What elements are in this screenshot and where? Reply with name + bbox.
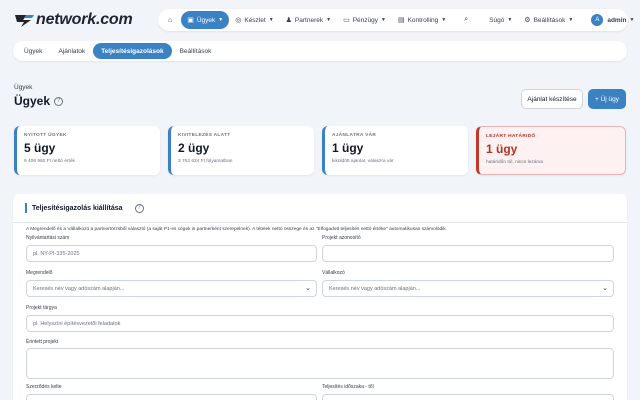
help-icon[interactable]: ? — [54, 96, 64, 106]
new-case-button[interactable]: + Új ügy — [588, 89, 626, 109]
stat-card-label: KIVITELEZÉS ALATT — [178, 133, 231, 138]
nav-item-label: Ügyek — [196, 16, 216, 24]
breadcrumb[interactable]: Ügyek — [14, 84, 32, 91]
contractor-placeholder: Keresés név vagy adószám alapján... — [329, 285, 421, 292]
page-title-text: Ügyek — [14, 94, 51, 108]
user-menu[interactable]: A admin ▼ — [585, 11, 640, 29]
stat-card-awaiting-quote[interactable]: AJÁNLATRA VÁR 1 ügy kiküldött ajánlat, v… — [322, 126, 468, 175]
page-title: Ügyek ? — [14, 94, 64, 108]
briefcase-icon: ▣ — [187, 17, 194, 24]
stat-card-value: 1 ügy — [332, 141, 364, 155]
chevron-down-icon: ▼ — [629, 17, 635, 23]
nav-home[interactable]: ⌂ — [162, 11, 181, 29]
avatar: A — [591, 14, 604, 26]
stat-card-sub: kiküldött ajánlat, válaszra vár — [332, 159, 394, 164]
form-header: Teljesítésigazolás kiállítása ? — [25, 203, 144, 213]
nav-help[interactable]: Súgó ▼ — [483, 11, 518, 29]
record-no-label: Nyilvántartási szám — [26, 235, 70, 241]
nav-item-label: Készlet — [244, 16, 266, 24]
home-icon: ⌂ — [168, 16, 173, 24]
form-info-text: A Megrendelő és a Vállalkozó a partnertö… — [26, 227, 447, 232]
chevron-down-icon: ▼ — [507, 17, 513, 23]
stat-card-sub: határidőn túl, nincs lezárva — [486, 160, 544, 165]
stat-card-label: AJÁNLATRA VÁR — [332, 133, 377, 138]
search-icon: ⌕ — [464, 16, 469, 23]
nav-item-partners[interactable]: ♟ Partnerek ▼ — [280, 11, 337, 29]
stat-card-overdue[interactable]: LEJÁRT HATÁRIDŐ 1 ügy határidőn túl, nin… — [476, 126, 626, 175]
accent-bar — [25, 203, 27, 213]
box-icon: ◎ — [235, 17, 242, 24]
nav-search[interactable]: ⌕ — [458, 11, 477, 29]
tab-completion-certificates[interactable]: Teljesítésigazolások — [93, 43, 172, 59]
stat-card-in-progress[interactable]: KIVITELEZÉS ALATT 2 ügy 3 762 624 Ft fol… — [168, 126, 314, 175]
customer-label: Megrendelő — [26, 270, 53, 276]
stat-card-value: 5 ügy — [24, 141, 56, 155]
chevron-down-icon: ▼ — [268, 17, 274, 23]
nav-item-controlling[interactable]: ▤ Kontrolling ▼ — [392, 11, 452, 29]
record-no-input[interactable]: pl. NY-PI-335-2025 — [26, 245, 317, 262]
tab-cases[interactable]: Ügyek — [16, 43, 50, 59]
subject-input[interactable]: pl. Helyszíni építésvezetői feladatok — [26, 315, 614, 332]
form-title: Teljesítésigazolás kiállítása — [32, 204, 123, 212]
affected-project-textarea[interactable] — [26, 348, 614, 379]
nav-item-stock[interactable]: ◎ Készlet ▼ — [229, 11, 279, 29]
chevron-down-icon: ▼ — [218, 17, 224, 23]
chevron-down-icon: ▼ — [441, 17, 447, 23]
contract-date-label: Szerződés kelte — [26, 384, 62, 390]
chevron-down-icon: ⌄ — [305, 285, 311, 292]
nav-item-label: Pénzügy — [352, 16, 378, 24]
project-id-label: Projekt azonosító — [322, 235, 361, 241]
user-name: admin — [607, 16, 627, 24]
customer-placeholder: Keresés név vagy adószám alapján... — [33, 285, 125, 292]
logo[interactable]: network.com — [13, 11, 133, 29]
customer-select[interactable]: Keresés név vagy adószám alapján... ⌄ — [26, 280, 317, 297]
wallet-icon: ▭ — [343, 17, 350, 24]
main-nav: ⌂ ▣ Ügyek ▼ ◎ Készlet ▼ ♟ Partnerek ▼ ▭ … — [158, 9, 634, 31]
chevron-down-icon: ⌄ — [602, 285, 608, 292]
stat-card-sub: 9 406 960 Ft nettó érték — [24, 159, 75, 164]
stat-card-open[interactable]: NYITOTT ÜGYEK 5 ügy 9 406 960 Ft nettó é… — [14, 126, 160, 175]
chart-icon: ▤ — [397, 17, 405, 24]
stat-card-sub: 3 762 624 Ft folyamatban — [178, 159, 233, 164]
contractor-select[interactable]: Keresés név vagy adószám alapján... ⌄ — [322, 280, 614, 297]
stat-card-label: NYITOTT ÜGYEK — [24, 133, 67, 138]
chevron-down-icon: ▼ — [568, 17, 574, 23]
certificate-form-panel: Teljesítésigazolás kiállítása ? A Megren… — [13, 194, 627, 400]
contractor-label: Vállalkozó — [322, 270, 345, 276]
period-from-input[interactable] — [322, 394, 614, 400]
tab-quotes[interactable]: Ajánlatok — [50, 43, 93, 59]
logo-mark-icon — [15, 15, 34, 27]
users-icon: ♟ — [285, 17, 292, 24]
create-quote-button[interactable]: Ajánlat készítése — [521, 89, 583, 109]
sub-tabs: Ügyek Ajánlatok Teljesítésigazolások Beá… — [13, 41, 627, 61]
nav-settings[interactable]: ⚙ Beállítások ▼ — [518, 11, 579, 29]
nav-help-label: Súgó — [489, 16, 505, 24]
logo-text: network.com — [36, 11, 133, 28]
nav-item-finance[interactable]: ▭ Pénzügy ▼ — [337, 11, 392, 29]
chevron-down-icon: ▼ — [326, 17, 332, 23]
gear-icon: ⚙ — [524, 17, 531, 24]
chevron-down-icon: ▼ — [380, 17, 386, 23]
affected-project-label: Érintett projekt — [26, 339, 59, 345]
help-icon[interactable]: ? — [134, 203, 144, 213]
nav-item-cases[interactable]: ▣ Ügyek ▼ — [181, 11, 230, 29]
stat-card-value: 2 ügy — [178, 141, 210, 155]
period-from-label: Teljesítés időszaka - től — [322, 384, 374, 390]
top-bar: network.com ⌂ ▣ Ügyek ▼ ◎ Készlet ▼ ♟ Pa… — [0, 0, 640, 40]
nav-settings-label: Beállítások — [533, 16, 566, 24]
stat-card-value: 1 ügy — [486, 142, 518, 156]
tab-settings[interactable]: Beállítások — [172, 43, 220, 59]
subject-label: Projekt tárgya — [26, 305, 57, 311]
stat-card-label: LEJÁRT HATÁRIDŐ — [486, 134, 536, 139]
divider — [13, 222, 627, 223]
contract-date-input[interactable] — [26, 394, 317, 400]
nav-item-label: Partnerek — [294, 16, 324, 24]
project-id-input[interactable] — [322, 245, 614, 262]
nav-item-label: Kontrolling — [407, 16, 439, 24]
